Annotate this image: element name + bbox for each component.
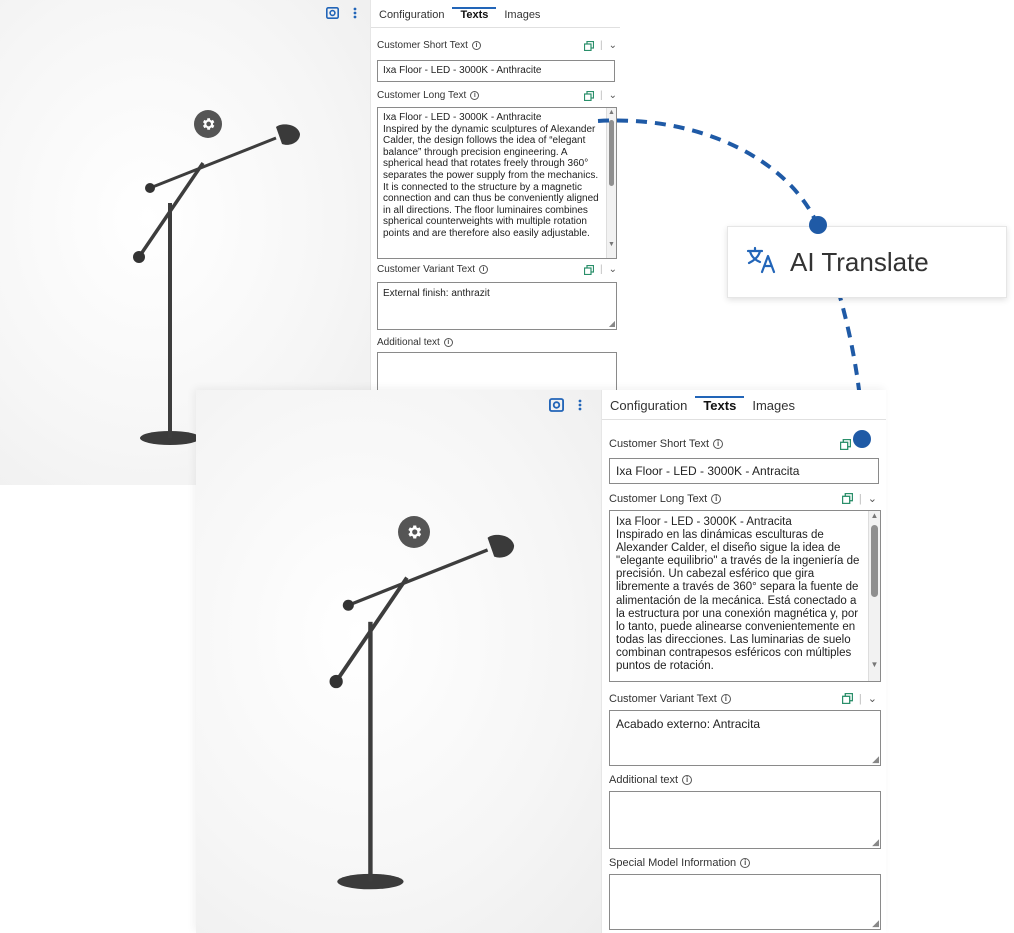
resize-handle[interactable]: ◢ xyxy=(872,755,879,764)
resize-handle[interactable]: ◢ xyxy=(872,919,879,928)
scrollbar[interactable]: ▲ ▼ xyxy=(868,511,880,681)
copy-icon[interactable] xyxy=(841,493,853,504)
info-icon[interactable]: i xyxy=(711,493,722,504)
info-icon[interactable]: i xyxy=(720,693,731,704)
tab-configuration[interactable]: Configuration xyxy=(602,398,695,419)
tab-texts[interactable]: Texts xyxy=(695,396,745,419)
details-panel: Configuration Texts Images Customer Shor… xyxy=(601,390,886,933)
tab-bar: Configuration Texts Images xyxy=(602,390,886,420)
chevron-down-icon[interactable]: ⌄ xyxy=(868,492,877,505)
info-icon[interactable]: i xyxy=(740,858,751,868)
field-label: Additional text xyxy=(609,774,679,786)
info-icon[interactable]: i xyxy=(682,775,693,785)
additional-text-field: Additional text i xyxy=(609,774,881,786)
additional-text-textarea[interactable]: ◢ xyxy=(609,791,881,849)
short-text-input[interactable]: Ixa Floor - LED - 3000K - Antracita xyxy=(609,458,879,484)
product-viewer[interactable] xyxy=(196,390,601,933)
long-text-field: Customer Long Text i | ⌄ xyxy=(609,492,881,506)
special-model-textarea[interactable]: ◢ xyxy=(609,874,881,930)
variant-text-field: Customer Variant Text i | ⌄ xyxy=(609,692,881,706)
ai-translate-button[interactable]: AI Translate xyxy=(727,226,1007,298)
resize-handle[interactable]: ◢ xyxy=(872,838,879,847)
connector-dot xyxy=(809,216,827,234)
info-icon[interactable]: i xyxy=(713,439,724,449)
scroll-up-arrow[interactable]: ▲ xyxy=(869,512,880,520)
copy-icon[interactable] xyxy=(841,693,853,704)
variant-text-value: Acabado externo: Antracita xyxy=(616,717,761,731)
divider: | xyxy=(858,492,862,505)
long-text-value: Ixa Floor - LED - 3000K - Antracita Insp… xyxy=(616,516,860,673)
floor-lamp-image xyxy=(329,534,515,890)
chevron-down-icon[interactable]: ⌄ xyxy=(868,692,877,705)
tab-images[interactable]: Images xyxy=(744,398,803,419)
connector-dot xyxy=(853,430,871,448)
divider: | xyxy=(858,692,862,705)
translate-icon xyxy=(746,246,778,279)
copy-icon[interactable] xyxy=(840,438,851,450)
ai-translate-label: AI Translate xyxy=(790,246,929,277)
viewer-toolbar xyxy=(549,398,582,417)
field-label: Customer Short Text xyxy=(609,438,710,450)
long-text-textarea[interactable]: Ixa Floor - LED - 3000K - Antracita Insp… xyxy=(609,510,881,682)
screenshot-root: Configuration Texts Images Customer Shor… xyxy=(0,0,1014,933)
camera-icon[interactable] xyxy=(549,398,564,417)
short-text-field: Customer Short Text i xyxy=(609,438,881,450)
special-model-field: Special Model Information i xyxy=(609,857,881,869)
variant-text-textarea[interactable]: Acabado externo: Antracita ◢ xyxy=(609,710,881,766)
field-label: Customer Variant Text xyxy=(609,692,717,705)
more-options-icon[interactable] xyxy=(578,398,582,417)
configurator-window-spanish: Configuration Texts Images Customer Shor… xyxy=(196,390,886,933)
field-label: Customer Long Text xyxy=(609,492,708,505)
field-label: Special Model Information xyxy=(609,857,737,869)
scroll-down-arrow[interactable]: ▼ xyxy=(869,661,880,669)
scroll-thumb[interactable] xyxy=(871,525,878,597)
